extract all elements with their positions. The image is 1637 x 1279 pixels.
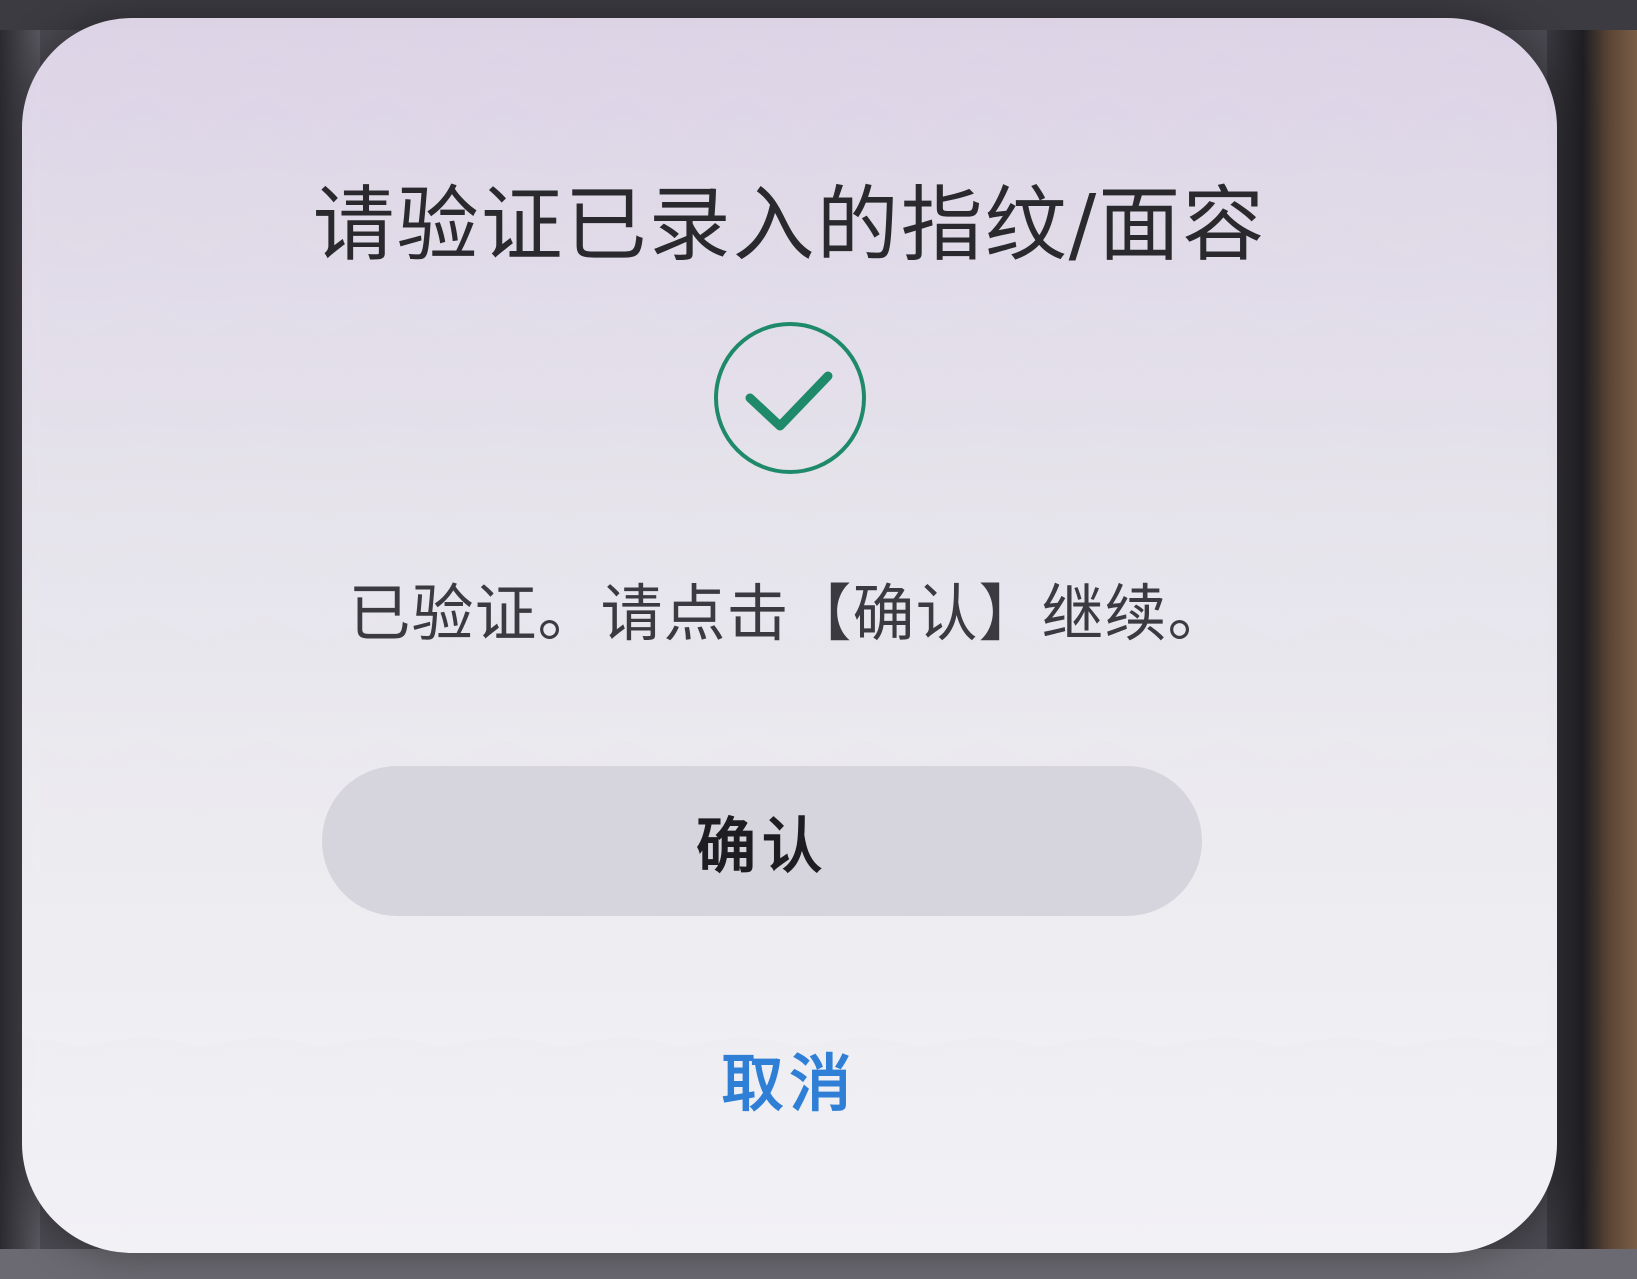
cancel-button[interactable]: 取消 (610, 1028, 970, 1128)
backdrop-bottom-edge (0, 1249, 1637, 1279)
verified-message: 已验证。请点击【确认】继续。 (348, 577, 1231, 650)
check-circle-icon (710, 318, 870, 478)
biometric-verify-dialog: 请验证已录入的指纹/面容 已验证。请点击【确认】继续。 确认 取消 (22, 18, 1557, 1253)
dialog-title: 请验证已录入的指纹/面容 (312, 178, 1267, 273)
confirm-button[interactable]: 确认 (322, 766, 1202, 916)
backdrop-right-edge (1547, 0, 1637, 1279)
